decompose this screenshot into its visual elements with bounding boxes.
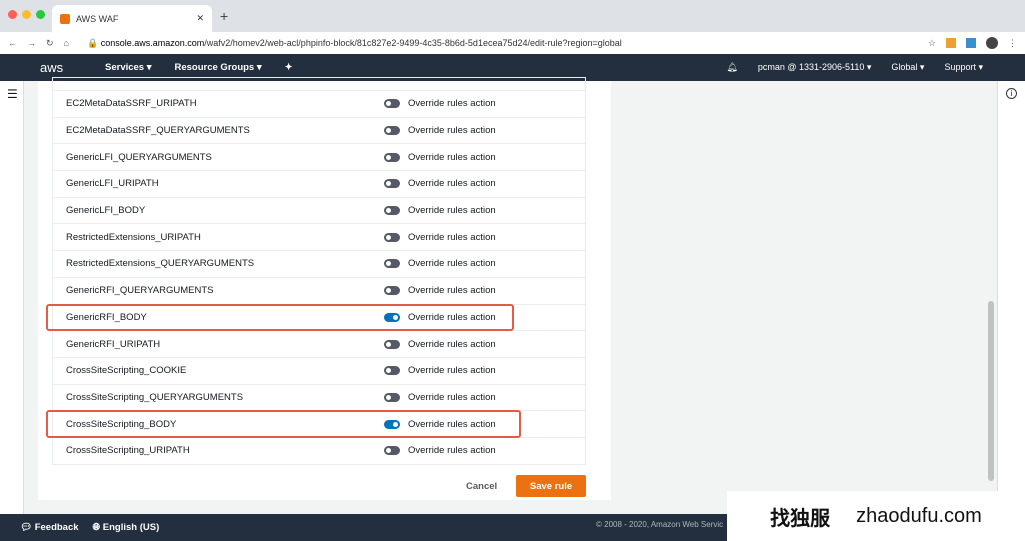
left-sidebar: ☰ bbox=[0, 81, 24, 514]
override-toggle[interactable] bbox=[384, 259, 400, 269]
override-label: Override rules action bbox=[408, 338, 496, 350]
override-label: Override rules action bbox=[408, 205, 496, 217]
info-icon[interactable]: i bbox=[1006, 88, 1017, 99]
override-toggle[interactable] bbox=[384, 206, 400, 216]
override-label: Override rules action bbox=[408, 258, 496, 270]
tab-title: AWS WAF bbox=[76, 13, 119, 24]
rule-name: GenericRFI_QUERYARGUMENTS bbox=[66, 285, 214, 297]
scrollbar[interactable] bbox=[986, 81, 996, 514]
override-label: Override rules action bbox=[408, 98, 496, 110]
rule-name: RestrictedExtensions_QUERYARGUMENTS bbox=[66, 258, 255, 270]
forward-icon[interactable]: → bbox=[27, 38, 36, 48]
override-toggle[interactable] bbox=[384, 392, 400, 402]
override-toggle[interactable] bbox=[384, 99, 400, 109]
override-label: Override rules action bbox=[408, 365, 496, 377]
rule-name: CrossSiteScripting_QUERYARGUMENTS bbox=[66, 391, 244, 403]
override-toggle[interactable] bbox=[384, 232, 400, 242]
override-toggle[interactable] bbox=[384, 366, 400, 376]
rule-name: GenericLFI_QUERYARGUMENTS bbox=[66, 151, 212, 163]
new-tab-icon[interactable]: + bbox=[220, 8, 228, 24]
language-selector[interactable]: 🌐︎ English (US) bbox=[93, 522, 160, 533]
table-row: RestrictedExtensions_URIPATH Override rul… bbox=[53, 223, 585, 250]
back-icon[interactable]: ← bbox=[8, 38, 17, 48]
pin-icon[interactable]: ✦ bbox=[285, 62, 293, 73]
table-row: GenericRFI_QUERYARGUMENTS Override rules … bbox=[53, 276, 585, 304]
right-sidebar: i bbox=[997, 81, 1025, 514]
override-label: Override rules action bbox=[408, 445, 496, 457]
extension-icon[interactable] bbox=[966, 38, 976, 48]
feedback-link[interactable]: 💬︎ Feedback bbox=[20, 522, 79, 533]
table-row: CrossSiteScripting_URIPATH Override rules… bbox=[53, 436, 585, 464]
rule-name: GenericLFI_BODY bbox=[66, 205, 146, 217]
profile-avatar[interactable] bbox=[986, 37, 998, 49]
rule-name: RestrictedExtensions_URIPATH bbox=[66, 231, 201, 243]
override-label: Override rules action bbox=[408, 285, 496, 297]
account-menu[interactable]: pcman @ 1331-2906-5110 ▾ bbox=[758, 62, 872, 73]
region-menu[interactable]: Global ▾ bbox=[891, 62, 924, 73]
override-label: Override rules action bbox=[408, 125, 496, 137]
rule-name: EC2MetaDataSSRF_QUERYARGUMENTS bbox=[66, 125, 250, 137]
url-input[interactable]: 🔒 console.aws.amazon.com/wafv2/homev2/we… bbox=[87, 38, 622, 49]
override-toggle[interactable] bbox=[384, 339, 400, 349]
resource-groups-menu[interactable]: Resource Groups ▾ bbox=[175, 62, 262, 73]
bell-icon[interactable]: 🔔︎ bbox=[726, 62, 737, 73]
table-row: RestrictedExtensions_QUERYARGUMENTS Overr… bbox=[53, 250, 585, 277]
table-row: GenericLFI_QUERYARGUMENTS Override rules … bbox=[53, 143, 585, 170]
watermark-badge: 找独服 zhaodufu.com bbox=[727, 491, 1025, 541]
services-menu[interactable]: Services ▾ bbox=[105, 62, 152, 73]
override-toggle[interactable] bbox=[384, 286, 400, 296]
rule-name: GenericRFI_URIPATH bbox=[66, 338, 161, 350]
override-toggle[interactable] bbox=[384, 179, 400, 189]
table-row: GenericRFI_URIPATH Override rules action bbox=[53, 330, 585, 357]
scrollbar-thumb[interactable] bbox=[988, 301, 994, 481]
extension-icon[interactable] bbox=[946, 38, 956, 48]
rules-table: EC2MetaDataSSRF_URIPATH Override rules ac… bbox=[52, 77, 586, 465]
override-label: Override rules action bbox=[408, 391, 496, 403]
highlight-box bbox=[46, 410, 521, 438]
rule-name: GenericLFI_URIPATH bbox=[66, 178, 159, 190]
table-row: CrossSiteScripting_QUERYARGUMENTS Overrid… bbox=[53, 383, 585, 411]
override-label: Override rules action bbox=[408, 231, 496, 243]
watermark-cn: 找独服 bbox=[770, 507, 831, 530]
aws-logo[interactable]: aws bbox=[40, 60, 100, 75]
table-row: EC2MetaDataSSRF_QUERYARGUMENTS Override r… bbox=[53, 116, 585, 144]
home-icon[interactable]: ⌂ bbox=[64, 38, 69, 48]
table-row: GenericLFI_BODY Override rules action bbox=[53, 196, 585, 224]
close-tab-icon[interactable]: ✕ bbox=[196, 13, 204, 24]
rule-name: CrossSiteScripting_COOKIE bbox=[66, 365, 187, 377]
browser-tab-bar: AWS WAF ✕ + bbox=[0, 0, 1025, 32]
save-rule-button[interactable]: Save rule bbox=[516, 475, 586, 497]
hamburger-menu-icon[interactable]: ☰ bbox=[7, 87, 18, 101]
highlight-box bbox=[46, 304, 514, 331]
address-bar: ← → ↻ ⌂ 🔒 console.aws.amazon.com/wafv2/h… bbox=[0, 32, 1025, 54]
window-controls[interactable] bbox=[8, 10, 45, 19]
rule-name: EC2MetaDataSSRF_URIPATH bbox=[66, 98, 197, 110]
rule-name: CrossSiteScripting_URIPATH bbox=[66, 445, 190, 457]
override-toggle[interactable] bbox=[384, 126, 400, 136]
menu-icon[interactable]: ⋮ bbox=[1008, 38, 1017, 49]
browser-tab[interactable]: AWS WAF ✕ bbox=[52, 5, 212, 32]
table-row: CrossSiteScripting_COOKIE Override rules … bbox=[53, 356, 585, 384]
reload-icon[interactable]: ↻ bbox=[46, 38, 54, 49]
override-toggle[interactable] bbox=[384, 446, 400, 456]
override-toggle[interactable] bbox=[384, 152, 400, 162]
copyright: © 2008 - 2020, Amazon Web Servic bbox=[596, 520, 724, 529]
override-label: Override rules action bbox=[408, 151, 496, 163]
table-row: GenericLFI_URIPATH Override rules action bbox=[53, 170, 585, 197]
watermark-site: zhaodufu.com bbox=[856, 504, 982, 527]
bookmark-star-icon[interactable]: ☆ bbox=[928, 38, 936, 49]
aws-favicon-icon bbox=[60, 13, 70, 24]
table-row-partial bbox=[53, 77, 585, 90]
support-menu[interactable]: Support ▾ bbox=[944, 62, 983, 73]
override-label: Override rules action bbox=[408, 178, 496, 190]
table-row: EC2MetaDataSSRF_URIPATH Override rules ac… bbox=[53, 90, 585, 117]
cancel-button[interactable]: Cancel bbox=[466, 481, 497, 492]
